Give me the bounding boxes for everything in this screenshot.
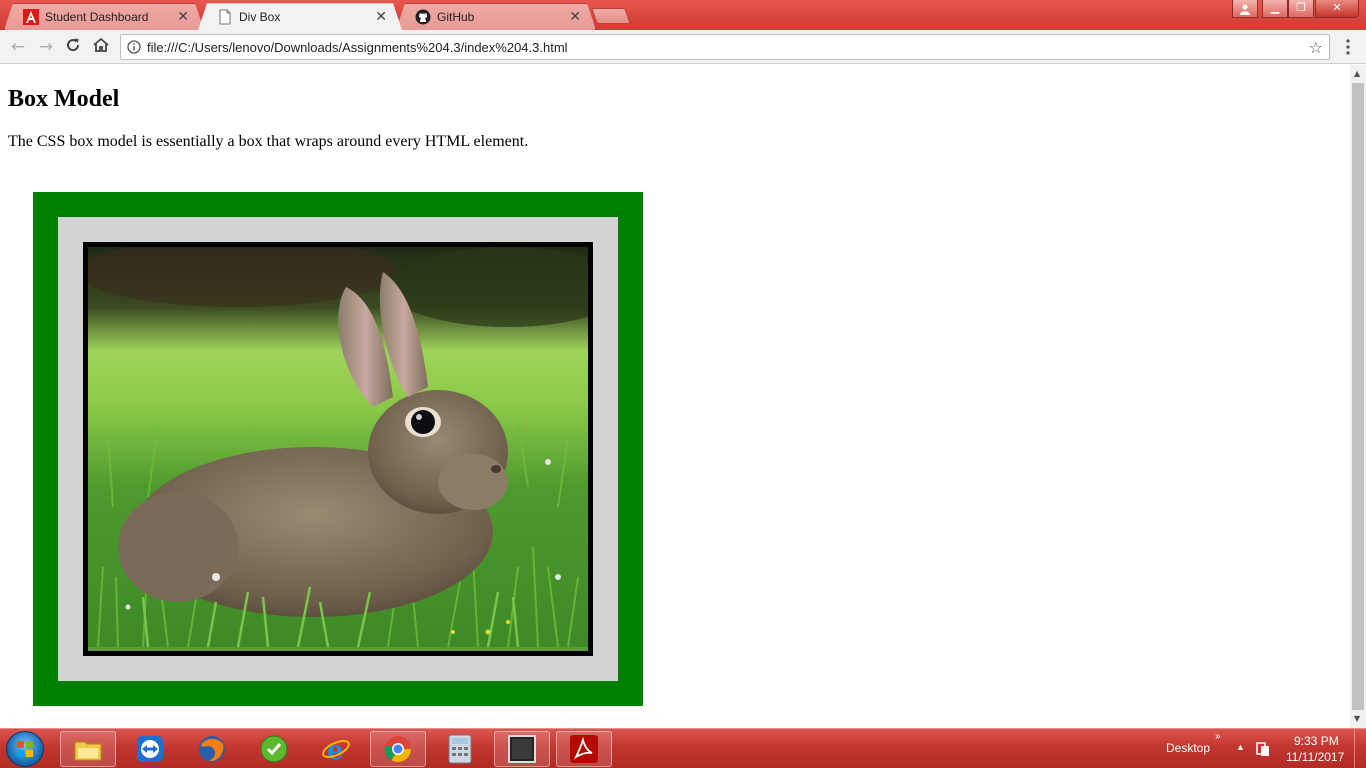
close-tab-icon[interactable]: ✕	[375, 8, 387, 25]
greenshot-icon	[260, 735, 288, 763]
tab-title: Div Box	[239, 10, 281, 24]
rabbit-photo	[83, 242, 593, 656]
show-hidden-icons-icon[interactable]: ▲	[1236, 742, 1245, 752]
bookmark-star-icon[interactable]: ☆	[1309, 38, 1323, 57]
taskbar-greenshot[interactable]	[246, 731, 302, 767]
calculator-icon	[448, 734, 472, 764]
rabbit-image	[88, 247, 588, 647]
windows-taskbar: e Desktop » ▲ 9:33 PM 11/11/2017	[0, 728, 1366, 768]
network-icon[interactable]	[1256, 741, 1270, 757]
minimize-button[interactable]: ▁	[1262, 0, 1288, 18]
vertical-scrollbar[interactable]: ▲ ▼	[1350, 65, 1366, 728]
toolbar-overflow-icon[interactable]: »	[1215, 731, 1221, 742]
taskbar-internet-explorer[interactable]: e	[308, 731, 364, 767]
close-window-button[interactable]: ✕	[1315, 0, 1359, 18]
browser-toolbar: ← → file:///C:/Users/lenovo/Downloads/As…	[0, 30, 1366, 64]
teamviewer-icon	[137, 736, 163, 762]
reload-button[interactable]	[63, 37, 83, 57]
box-model-padding	[58, 217, 618, 681]
taskbar-calculator[interactable]	[432, 731, 488, 767]
taskbar-acrobat[interactable]	[556, 731, 612, 767]
clock-time[interactable]: 9:33 PM	[1294, 734, 1339, 748]
taskbar-terminal[interactable]	[494, 731, 550, 767]
tab-student-dashboard[interactable]: Student Dashboard ✕	[4, 3, 204, 30]
address-bar[interactable]: file:///C:/Users/lenovo/Downloads/Assign…	[120, 34, 1330, 60]
taskbar-teamviewer[interactable]	[122, 731, 178, 767]
github-icon	[415, 9, 431, 25]
tab-title: Student Dashboard	[45, 10, 149, 24]
windows-explorer-icon	[74, 741, 102, 761]
page-icon	[217, 9, 233, 25]
desktop-toolbar-label[interactable]: Desktop	[1166, 741, 1210, 755]
acrobat-icon	[570, 735, 598, 763]
reload-icon	[67, 38, 80, 52]
back-button[interactable]: ←	[8, 37, 28, 57]
scrollbar-thumb[interactable]	[1352, 83, 1364, 710]
home-button[interactable]	[91, 37, 111, 57]
new-tab-button[interactable]	[591, 8, 631, 24]
start-button[interactable]	[6, 731, 44, 767]
restore-button[interactable]: ❐	[1288, 0, 1314, 18]
chrome-icon	[384, 736, 412, 763]
internet-explorer-icon: e	[322, 736, 350, 764]
clock-date[interactable]: 11/11/2017	[1286, 750, 1344, 764]
forward-button[interactable]: →	[36, 37, 56, 57]
tab-title: GitHub	[437, 10, 475, 24]
tab-github[interactable]: GitHub ✕	[396, 3, 596, 30]
user-icon[interactable]	[1232, 0, 1258, 18]
taskbar-explorer[interactable]	[60, 731, 116, 767]
kebab-menu-icon	[1346, 39, 1350, 55]
info-icon[interactable]	[127, 40, 141, 54]
taskbar-firefox[interactable]	[184, 731, 240, 767]
home-icon	[93, 37, 109, 52]
scroll-down-icon[interactable]: ▼	[1354, 714, 1360, 723]
close-tab-icon[interactable]: ✕	[569, 8, 581, 25]
taskbar-chrome[interactable]	[370, 731, 426, 767]
terminal-icon	[508, 735, 536, 763]
browser-titlebar: Student Dashboard ✕ Div Box ✕ GitHub ✕ ▁…	[0, 0, 1366, 30]
firefox-icon	[199, 736, 225, 762]
show-desktop-button[interactable]	[1354, 729, 1366, 768]
page-heading: Box Model	[8, 86, 120, 112]
menu-button[interactable]	[1340, 37, 1356, 57]
scroll-up-icon[interactable]: ▲	[1354, 69, 1360, 78]
box-model-margin-border	[33, 192, 643, 706]
url-text: file:///C:/Users/lenovo/Downloads/Assign…	[147, 40, 568, 55]
page-viewport: Box Model The CSS box model is essential…	[0, 65, 1350, 728]
close-tab-icon[interactable]: ✕	[177, 8, 189, 25]
tab-div-box[interactable]: Div Box ✕	[198, 3, 402, 30]
angular-icon	[23, 9, 39, 25]
windows-logo-icon	[17, 741, 33, 757]
page-paragraph: The CSS box model is essentially a box t…	[8, 133, 529, 150]
